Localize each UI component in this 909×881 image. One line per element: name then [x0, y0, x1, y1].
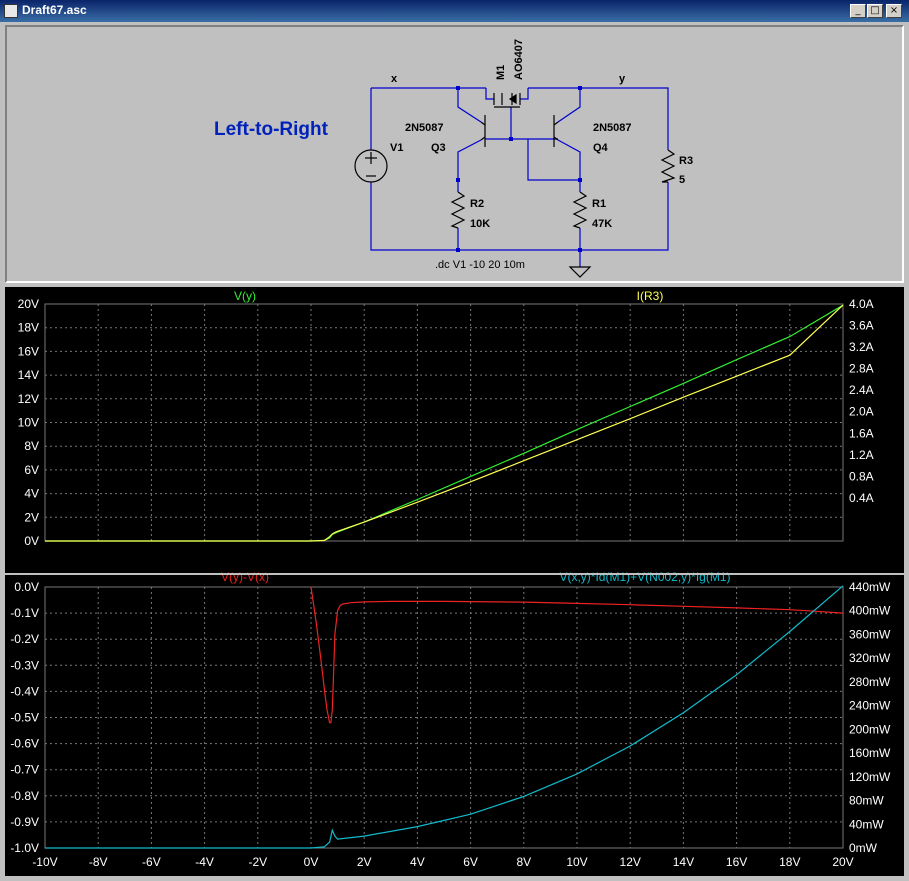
y-right-tick-label: 200mW — [849, 722, 891, 736]
x-tick-label: -10V — [32, 855, 57, 869]
y-left-tick-label: -0.7V — [10, 763, 39, 777]
y-right-tick-label: 440mW — [849, 580, 891, 594]
waveform-viewer[interactable]: 0V 2V 4V 6V 8V 10V 12V 14V 16V 18V 20V 0.4A 0.8A 1.2A… — [5, 287, 904, 876]
y-left-tick-label: -0.4V — [10, 684, 39, 698]
y-left-tick-label: -0.8V — [10, 789, 39, 803]
window-title: Draft67.asc — [22, 3, 87, 17]
trace-name-label[interactable]: V(x,y)*Id(M1)+V(N002,y)*Ig(M1) — [559, 570, 730, 584]
y-right-tick-label: 240mW — [849, 699, 891, 713]
y-left-tick-label: 0V — [24, 534, 39, 548]
x-tick-label: 0V — [304, 855, 319, 869]
title-bar: Draft67.asc _ □ × — [0, 0, 909, 22]
r3-ref-label: R3 — [679, 155, 693, 167]
net-label-x: x — [391, 73, 398, 85]
x-tick-label: 20V — [832, 855, 853, 869]
v1-ref-label: V1 — [390, 142, 403, 154]
y-right-tick-label: 3.2A — [849, 340, 874, 354]
y-right-tick-label: 360mW — [849, 627, 891, 641]
y-right-tick-label: 2.4A — [849, 383, 874, 397]
q3-value-label: 2N5087 — [405, 122, 444, 134]
r2-ref-label: R2 — [470, 198, 484, 210]
y-right-tick-label: 0.4A — [849, 491, 874, 505]
y-right-tick-label: 280mW — [849, 675, 891, 689]
y-right-tick-label: 320mW — [849, 651, 891, 665]
y-left-tick-label: 4V — [24, 487, 39, 501]
schematic-pane[interactable]: Left-to-Right x y M1 AO6407 2N5087 Q3 2N… — [5, 25, 904, 283]
y-left-tick-label: 8V — [24, 439, 39, 453]
q4-value-label: 2N5087 — [593, 122, 632, 134]
y-left-tick-label: 2V — [24, 510, 39, 524]
r3-value-label: 5 — [679, 174, 685, 186]
r1-value-label: 47K — [592, 218, 612, 230]
x-tick-label: -4V — [195, 855, 214, 869]
q3-ref-label: Q3 — [431, 142, 446, 154]
x-tick-label: 4V — [410, 855, 425, 869]
m1-value-label: AO6407 — [513, 39, 525, 80]
x-tick-label: 18V — [779, 855, 800, 869]
x-tick-label: 6V — [463, 855, 478, 869]
y-left-tick-label: 18V — [18, 321, 39, 335]
x-tick-label: 12V — [620, 855, 641, 869]
y-left-tick-label: -0.2V — [10, 632, 39, 646]
y-left-tick-label: -0.9V — [10, 815, 39, 829]
y-left-tick-label: 16V — [18, 344, 39, 358]
y-left-tick-label: 14V — [18, 368, 39, 382]
m1-ref-label: M1 — [495, 65, 507, 80]
y-right-tick-label: 2.0A — [849, 405, 874, 419]
x-tick-label: 2V — [357, 855, 372, 869]
y-right-tick-label: 1.6A — [849, 426, 874, 440]
maximize-button[interactable]: □ — [867, 4, 883, 18]
y-right-tick-label: 3.6A — [849, 319, 874, 333]
y-right-tick-label: 400mW — [849, 604, 891, 618]
x-tick-label: 8V — [516, 855, 531, 869]
y-right-tick-label: 160mW — [849, 746, 891, 760]
y-left-tick-label: -0.5V — [10, 711, 39, 725]
waveform-canvas[interactable]: 0V 2V 4V 6V 8V 10V 12V 14V 16V 18V 20V 0.4A 0.8A 1.2A… — [5, 287, 904, 876]
spice-directive[interactable]: .dc V1 -10 20 10m — [435, 259, 525, 271]
net-label-y: y — [619, 73, 626, 85]
schematic-heading: Left-to-Right — [214, 119, 329, 140]
y-right-tick-label: 80mW — [849, 794, 884, 808]
schematic-wires — [370, 87, 669, 267]
y-left-tick-label: 20V — [18, 297, 39, 311]
r1-ref-label: R1 — [592, 198, 606, 210]
close-button[interactable]: × — [886, 4, 902, 18]
x-tick-label: 14V — [673, 855, 694, 869]
y-left-tick-label: -0.6V — [10, 737, 39, 751]
q4-ref-label: Q4 — [593, 142, 609, 154]
trace-name-label[interactable]: V(y) — [234, 289, 256, 303]
y-right-tick-label: 2.8A — [849, 362, 874, 376]
schematic-document-icon — [4, 4, 18, 18]
y-right-tick-label: 4.0A — [849, 297, 874, 311]
r2-value-label: 10K — [470, 218, 490, 230]
trace-name-label[interactable]: I(R3) — [637, 289, 664, 303]
y-left-tick-label: -0.3V — [10, 658, 39, 672]
minimize-button[interactable]: _ — [850, 4, 866, 18]
y-right-tick-label: 1.2A — [849, 448, 874, 462]
x-tick-label: -6V — [142, 855, 161, 869]
y-left-tick-label: 6V — [24, 463, 39, 477]
y-right-tick-label: 0mW — [849, 841, 878, 855]
y-left-tick-label: 0.0V — [14, 580, 39, 594]
y-left-tick-label: -0.1V — [10, 606, 39, 620]
x-tick-label: -2V — [248, 855, 267, 869]
x-tick-label: 10V — [566, 855, 587, 869]
trace-name-label[interactable]: V(y)-V(x) — [221, 570, 269, 584]
y-left-tick-label: -1.0V — [10, 841, 39, 855]
y-left-tick-label: 10V — [18, 416, 39, 430]
schematic-canvas[interactable]: Left-to-Right x y M1 AO6407 2N5087 Q3 2N… — [7, 27, 902, 281]
x-tick-label: -8V — [89, 855, 108, 869]
x-tick-label: 16V — [726, 855, 747, 869]
y-right-tick-label: 0.8A — [849, 469, 874, 483]
y-left-tick-label: 12V — [18, 392, 39, 406]
y-right-tick-label: 40mW — [849, 817, 884, 831]
y-right-tick-label: 120mW — [849, 770, 891, 784]
